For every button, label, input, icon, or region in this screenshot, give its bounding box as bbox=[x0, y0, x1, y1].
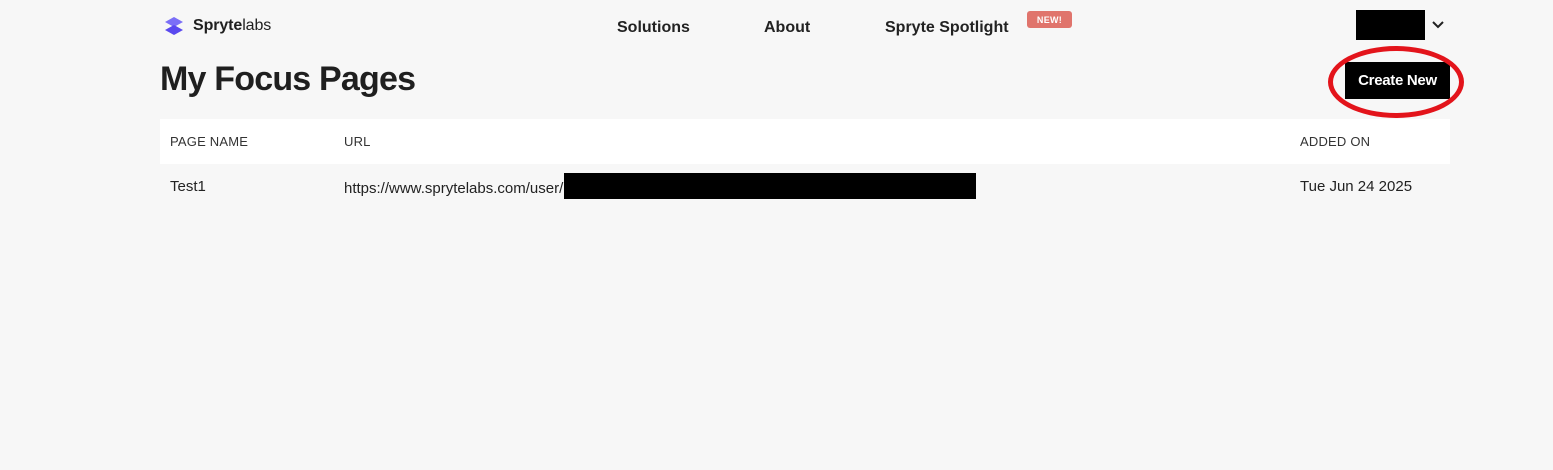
column-header-page-name: PAGE NAME bbox=[170, 134, 249, 149]
cell-added-on: Tue Jun 24 2025 bbox=[1300, 178, 1413, 195]
nav-solutions[interactable]: Solutions bbox=[617, 19, 690, 37]
url-text: https://www.sprytelabs.com/user/ bbox=[344, 180, 564, 197]
user-avatar-redacted[interactable] bbox=[1356, 10, 1425, 40]
cell-page-name: Test1 bbox=[170, 178, 206, 195]
page-title: My Focus Pages bbox=[160, 60, 416, 98]
table-row[interactable]: Test1 https://www.sprytelabs.com/user/ T… bbox=[160, 164, 1450, 208]
top-navbar: Sprytelabs Solutions About Spryte Spotli… bbox=[0, 0, 1553, 56]
new-badge: NEW! bbox=[1027, 11, 1072, 28]
create-new-button[interactable]: Create New bbox=[1345, 62, 1450, 99]
table-header: PAGE NAME URL ADDED ON bbox=[160, 119, 1450, 164]
spryte-s-logo-icon bbox=[165, 17, 183, 35]
nav-spryte-spotlight[interactable]: Spryte Spotlight bbox=[885, 19, 1009, 37]
redacted-url-segment bbox=[564, 173, 977, 199]
column-header-url: URL bbox=[344, 134, 371, 149]
chevron-down-icon[interactable] bbox=[1431, 19, 1445, 31]
focus-pages-table: PAGE NAME URL ADDED ON Test1 https://www… bbox=[160, 119, 1450, 208]
cell-url[interactable]: https://www.sprytelabs.com/user/ bbox=[344, 173, 977, 199]
nav-about[interactable]: About bbox=[764, 19, 810, 37]
logo[interactable]: Sprytelabs bbox=[162, 14, 271, 38]
column-header-added-on: ADDED ON bbox=[1300, 134, 1371, 149]
logo-text: Sprytelabs bbox=[193, 17, 272, 34]
